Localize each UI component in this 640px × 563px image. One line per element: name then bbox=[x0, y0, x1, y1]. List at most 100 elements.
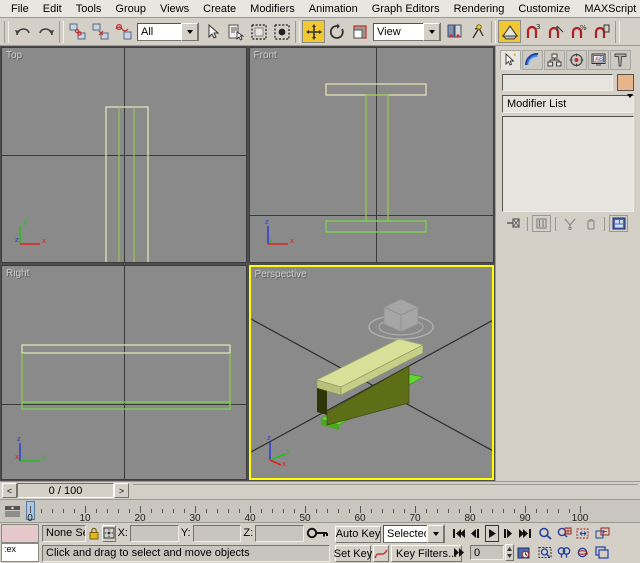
menu-item-maxscript[interactable]: MAXScript bbox=[577, 1, 640, 17]
select-and-manipulate-button[interactable] bbox=[466, 20, 489, 43]
mini-listener-output[interactable] bbox=[1, 524, 39, 543]
orbit-button[interactable] bbox=[574, 544, 592, 561]
menu-item-file[interactable]: File bbox=[4, 1, 36, 17]
select-and-link-button[interactable] bbox=[66, 20, 89, 43]
menu-item-graph-editors[interactable]: Graph Editors bbox=[365, 1, 447, 17]
front-viewport-label[interactable]: Front bbox=[254, 50, 277, 61]
selection-lock-toggle[interactable] bbox=[88, 527, 100, 540]
zoom-extents-button[interactable] bbox=[574, 525, 592, 542]
create-tab[interactable] bbox=[500, 49, 521, 70]
pan-view-button[interactable] bbox=[555, 544, 573, 561]
select-and-scale-button[interactable] bbox=[348, 20, 371, 43]
key-mode-filter-dropdown[interactable]: Selected bbox=[383, 525, 445, 543]
time-slider-prev-button[interactable]: < bbox=[2, 483, 17, 498]
object-name-field[interactable] bbox=[502, 74, 613, 91]
menu-item-create[interactable]: Create bbox=[196, 1, 243, 17]
modifier-list-dropdown[interactable]: Modifier List bbox=[502, 94, 634, 113]
current-frame-spinner[interactable] bbox=[505, 544, 514, 561]
menu-item-edit[interactable]: Edit bbox=[36, 1, 69, 17]
modifier-list-caret[interactable] bbox=[627, 94, 633, 110]
snaps-toggle-button[interactable] bbox=[498, 20, 521, 43]
zoom-button[interactable] bbox=[536, 525, 554, 542]
y-coord-field[interactable] bbox=[192, 524, 242, 542]
pin-stack-button[interactable] bbox=[504, 215, 523, 232]
perspective-viewport[interactable]: Perspective z y x bbox=[248, 264, 494, 480]
hierarchy-tab[interactable] bbox=[544, 49, 565, 70]
menu-item-modifiers[interactable]: Modifiers bbox=[243, 1, 302, 17]
menu-item-tools[interactable]: Tools bbox=[69, 1, 109, 17]
open-mini-curve-editor-button[interactable] bbox=[0, 500, 24, 522]
go-to-end-button[interactable] bbox=[517, 525, 533, 542]
key-mode-filter-caret[interactable] bbox=[427, 525, 444, 543]
select-and-rotate-button[interactable] bbox=[325, 20, 348, 43]
go-to-start-button[interactable] bbox=[451, 525, 467, 542]
time-configuration-button[interactable] bbox=[515, 544, 533, 561]
utilities-tab[interactable] bbox=[610, 49, 631, 70]
remove-modifier-button[interactable] bbox=[581, 215, 600, 232]
absolute-relative-transform-toggle[interactable] bbox=[101, 524, 116, 542]
selection-filter-caret[interactable] bbox=[181, 22, 198, 41]
menu-item-group[interactable]: Group bbox=[108, 1, 153, 17]
time-slider-next-button[interactable]: > bbox=[114, 483, 129, 498]
ruler-label: 100 bbox=[571, 513, 589, 522]
play-animation-button[interactable] bbox=[485, 525, 499, 542]
use-pivot-point-center-icon bbox=[447, 24, 461, 38]
maximize-viewport-button[interactable] bbox=[593, 544, 611, 561]
rectangular-selection-region-button[interactable] bbox=[247, 20, 270, 43]
zoom-all-button[interactable] bbox=[555, 525, 573, 542]
previous-frame-button[interactable] bbox=[468, 525, 484, 542]
select-by-name-button[interactable] bbox=[224, 20, 247, 43]
region-zoom-button[interactable] bbox=[536, 544, 554, 561]
motion-tab[interactable] bbox=[566, 49, 587, 70]
menu-item-customize[interactable]: Customize bbox=[511, 1, 577, 17]
set-key-button[interactable]: Set Key bbox=[334, 545, 372, 562]
key-mode-toggle[interactable] bbox=[306, 526, 330, 540]
time-slider-rail[interactable] bbox=[133, 483, 638, 498]
spinner-snap-toggle-button[interactable] bbox=[590, 20, 613, 43]
next-frame-button[interactable] bbox=[500, 525, 516, 542]
select-object-button[interactable] bbox=[201, 20, 224, 43]
set-key-curve-button[interactable] bbox=[373, 545, 389, 562]
angle-snap-toggle-button[interactable] bbox=[544, 20, 567, 43]
key-mode-filter-value: Selected bbox=[387, 528, 426, 540]
right-viewport-label[interactable]: Right bbox=[6, 268, 29, 279]
auto-key-button[interactable]: Auto Key bbox=[335, 525, 381, 543]
percent-snap-toggle-button[interactable]: % bbox=[567, 20, 590, 43]
snap-3d-button[interactable]: 3 bbox=[521, 20, 544, 43]
perspective-viewport-label[interactable]: Perspective bbox=[255, 269, 307, 280]
selection-filter-dropdown[interactable]: All bbox=[137, 22, 199, 41]
right-viewport[interactable]: Right z y x bbox=[1, 264, 247, 480]
object-color-swatch[interactable] bbox=[617, 74, 634, 91]
track-bar-ruler[interactable]: 0 10 20 30 40 50 60 70 80 90 100 bbox=[24, 500, 640, 522]
modify-tab[interactable] bbox=[522, 49, 543, 70]
z-coord-field[interactable] bbox=[255, 524, 305, 542]
reference-coordinate-caret[interactable] bbox=[423, 22, 440, 41]
display-tab[interactable]: A B bbox=[588, 49, 609, 70]
use-pivot-point-center-button[interactable] bbox=[443, 20, 466, 43]
undo-button[interactable] bbox=[11, 20, 34, 43]
configure-sets-button[interactable] bbox=[609, 215, 628, 232]
zoom-extents-all-button[interactable] bbox=[593, 525, 611, 542]
current-frame-field[interactable]: 0 bbox=[470, 545, 504, 560]
unlink-selection-button[interactable] bbox=[89, 20, 112, 43]
front-viewport[interactable]: Front z x y bbox=[248, 47, 494, 263]
mini-listener-input[interactable]: :ex bbox=[1, 543, 39, 562]
maxscript-mini-listener[interactable]: :ex bbox=[0, 523, 40, 563]
menu-item-animation[interactable]: Animation bbox=[302, 1, 365, 17]
x-coord-field[interactable] bbox=[130, 524, 179, 542]
reference-coordinate-system-dropdown[interactable]: View bbox=[373, 22, 441, 41]
redo-button[interactable] bbox=[34, 20, 57, 43]
make-unique-button[interactable] bbox=[560, 215, 579, 232]
modifier-stack-list[interactable] bbox=[502, 116, 634, 212]
bind-to-space-warp-button[interactable] bbox=[112, 20, 135, 43]
time-slider[interactable]: < 0 / 100 > bbox=[2, 483, 129, 498]
select-and-move-button[interactable] bbox=[302, 20, 325, 43]
key-mode-button[interactable] bbox=[451, 544, 469, 561]
menu-item-views[interactable]: Views bbox=[153, 1, 196, 17]
top-viewport-label[interactable]: Top bbox=[6, 50, 22, 61]
menu-item-rendering[interactable]: Rendering bbox=[447, 1, 512, 17]
window-crossing-toggle-button[interactable] bbox=[270, 20, 293, 43]
top-viewport[interactable]: Top y x z bbox=[1, 47, 247, 263]
time-slider-frame-readout[interactable]: 0 / 100 bbox=[17, 483, 114, 498]
show-end-result-button[interactable] bbox=[532, 215, 551, 232]
